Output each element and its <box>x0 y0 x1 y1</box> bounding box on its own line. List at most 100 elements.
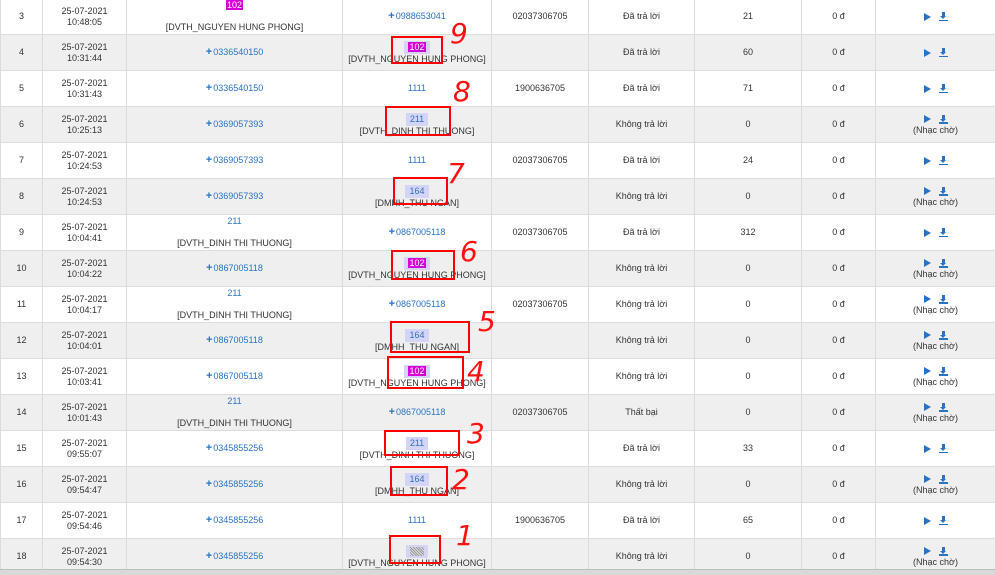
caller-phone-link[interactable]: +0369057393 <box>206 155 264 165</box>
plus-icon[interactable]: + <box>206 46 212 58</box>
plus-icon[interactable]: + <box>206 118 212 130</box>
download-icon[interactable] <box>939 156 948 165</box>
callee-phone-link[interactable]: +0867005118 <box>389 227 446 237</box>
plus-icon[interactable]: + <box>389 226 395 238</box>
play-icon[interactable] <box>924 475 931 483</box>
play-icon[interactable] <box>924 187 931 195</box>
callee-extension-link[interactable] <box>410 547 424 556</box>
download-icon[interactable] <box>939 444 948 453</box>
horizontal-scrollbar[interactable] <box>0 569 995 575</box>
plus-icon[interactable]: + <box>206 442 212 454</box>
callee-extension-link[interactable]: 164 <box>409 330 424 340</box>
table-row: 1025-07-202110:04:22+0867005118102[DVTH_… <box>1 251 995 287</box>
callee-ext-wrap: 102 <box>404 257 429 270</box>
caller-phone-link[interactable]: +0336540150 <box>206 83 264 93</box>
action-icons <box>876 443 995 454</box>
plus-icon[interactable]: + <box>206 370 212 382</box>
caller-phone-link[interactable]: +0369057393 <box>206 191 264 201</box>
play-icon[interactable] <box>924 331 931 339</box>
play-icon[interactable] <box>924 295 931 303</box>
play-icon[interactable] <box>924 547 931 555</box>
plus-icon[interactable]: + <box>206 262 212 274</box>
table-row: 1625-07-202109:54:47+0345855256164[DMHH_… <box>1 467 995 503</box>
callee-extension-link[interactable]: 211 <box>410 114 424 124</box>
plus-icon[interactable]: + <box>206 550 212 562</box>
duration: 0 <box>695 107 802 143</box>
actions-cell: (Nhạc chờ) <box>876 359 995 395</box>
callee-extension-link[interactable]: 211 <box>410 438 424 448</box>
cost: 0 đ <box>802 71 876 107</box>
plus-icon[interactable]: + <box>389 298 395 310</box>
caller-phone-link[interactable]: +0867005118 <box>206 335 263 345</box>
plus-icon[interactable]: + <box>206 478 212 490</box>
plus-icon[interactable]: + <box>206 190 212 202</box>
download-icon[interactable] <box>939 516 948 525</box>
hotline <box>492 359 589 395</box>
download-icon[interactable] <box>939 259 948 268</box>
download-icon[interactable] <box>939 295 948 304</box>
caller-extension-link[interactable]: 211 <box>227 396 241 406</box>
callee-extension-link[interactable]: 164 <box>409 186 424 196</box>
callee-cell: +0867005118 <box>343 287 492 323</box>
play-icon[interactable] <box>924 367 931 375</box>
download-icon[interactable] <box>939 84 948 93</box>
play-icon[interactable] <box>924 157 931 165</box>
play-icon[interactable] <box>924 49 931 57</box>
callee-extension-link[interactable]: 102 <box>408 366 425 376</box>
download-icon[interactable] <box>939 367 948 376</box>
plus-icon[interactable]: + <box>389 406 395 418</box>
callee-phone-link[interactable]: +0988653041 <box>388 11 446 21</box>
plus-icon[interactable]: + <box>206 514 212 526</box>
call-history-table: 325-07-202110:48:05102[DVTH_NGUYEN HUNG … <box>0 0 995 575</box>
caller-extension-link[interactable]: 211 <box>227 216 241 226</box>
plus-icon[interactable]: + <box>206 154 212 166</box>
actions-cell <box>876 143 995 179</box>
play-icon[interactable] <box>924 517 931 525</box>
callee-extension-link[interactable]: 164 <box>409 474 424 484</box>
duration: 0 <box>695 323 802 359</box>
play-icon[interactable] <box>924 115 931 123</box>
download-icon[interactable] <box>939 475 948 484</box>
callee-extension-link[interactable]: 1111 <box>408 515 426 525</box>
download-icon[interactable] <box>939 187 948 196</box>
caller-phone-link[interactable]: +0336540150 <box>206 47 264 57</box>
download-icon[interactable] <box>939 115 948 124</box>
download-icon[interactable] <box>939 48 948 57</box>
play-icon[interactable] <box>924 403 931 411</box>
caller-phone-link[interactable]: +0369057393 <box>206 119 264 129</box>
download-icon[interactable] <box>939 12 948 21</box>
plus-icon[interactable]: + <box>206 334 212 346</box>
callee-extension-link[interactable]: 1111 <box>408 83 426 93</box>
caller-phone-link[interactable]: +0345855256 <box>206 443 264 453</box>
callee-ext-wrap <box>406 545 428 558</box>
callee-extension-link[interactable]: 1111 <box>408 155 426 165</box>
callee-ext-wrap: 164 <box>405 185 428 198</box>
table-row: 1425-07-202110:01:43211[DVTH_DINH THI TH… <box>1 395 995 431</box>
caller-cell: +0345855256 <box>127 431 343 467</box>
play-icon[interactable] <box>924 259 931 267</box>
play-icon[interactable] <box>924 85 931 93</box>
download-icon[interactable] <box>939 331 948 340</box>
caller-extension-link[interactable]: 211 <box>227 288 241 298</box>
callee-extension-link[interactable]: 102 <box>408 42 425 52</box>
plus-icon[interactable]: + <box>206 82 212 94</box>
plus-icon[interactable]: + <box>388 10 394 22</box>
download-icon[interactable] <box>939 547 948 556</box>
caller-extension-link[interactable]: 102 <box>226 0 243 10</box>
caller-phone-link[interactable]: +0345855256 <box>206 515 264 525</box>
play-icon[interactable] <box>924 13 931 21</box>
caller-cell: 211[DVTH_DINH THI THUONG] <box>127 395 343 431</box>
call-clock: 10:24:53 <box>43 161 126 172</box>
play-icon[interactable] <box>924 445 931 453</box>
play-icon[interactable] <box>924 229 931 237</box>
hotline <box>492 107 589 143</box>
caller-phone-link[interactable]: +0345855256 <box>206 551 264 561</box>
caller-phone-link[interactable]: +0867005118 <box>206 371 263 381</box>
download-icon[interactable] <box>939 403 948 412</box>
callee-phone-link[interactable]: +0867005118 <box>389 299 446 309</box>
download-icon[interactable] <box>939 228 948 237</box>
caller-phone-link[interactable]: +0867005118 <box>206 263 263 273</box>
caller-phone-link[interactable]: +0345855256 <box>206 479 264 489</box>
callee-phone-link[interactable]: +0867005118 <box>389 407 446 417</box>
callee-extension-link[interactable]: 102 <box>408 258 425 268</box>
